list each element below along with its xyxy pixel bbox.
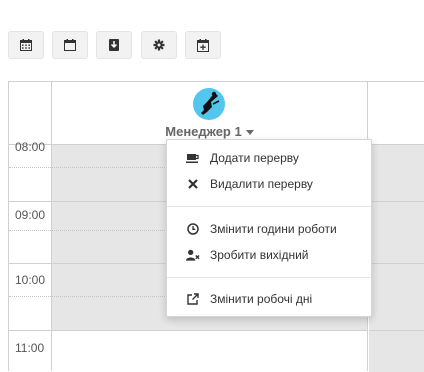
- time-label: 11:00: [15, 341, 45, 355]
- staff-context-menu: Додати перерву Видалити перерву Змінити …: [166, 139, 372, 317]
- time-row-divider: [52, 330, 367, 331]
- close-icon: [186, 177, 200, 191]
- caret-down-icon: [245, 130, 254, 136]
- half-hour-line: [9, 296, 51, 297]
- user-times-icon: [186, 248, 200, 262]
- staff-name-dropdown[interactable]: Менеджер 1: [52, 124, 367, 139]
- menu-divider: [167, 277, 371, 278]
- next-staff-column: [369, 82, 424, 372]
- menu-divider: [167, 206, 371, 207]
- menu-item-label: Змінити години роботи: [210, 222, 337, 236]
- time-row-divider: [9, 201, 51, 202]
- menu-item-label: Видалити перерву: [210, 177, 313, 191]
- off-hours-slot[interactable]: [369, 144, 424, 372]
- time-row-divider: [369, 144, 424, 145]
- half-hour-line: [9, 230, 51, 231]
- remove-break-menu-item[interactable]: Видалити перерву: [167, 171, 371, 197]
- time-label: 10:00: [15, 273, 46, 287]
- download-button[interactable]: [96, 31, 132, 59]
- time-row-divider: [9, 330, 51, 331]
- calendar-plus-icon: [197, 38, 209, 52]
- time-row-divider: [9, 263, 51, 264]
- time-row-divider: [369, 263, 424, 264]
- calendar-grid-icon: [20, 39, 32, 51]
- menu-item-label: Змінити робочі дні: [210, 292, 313, 306]
- time-row-divider: [369, 330, 424, 331]
- calendar-icon: [64, 39, 76, 51]
- change-working-days-menu-item[interactable]: Змінити робочі дні: [167, 286, 371, 312]
- menu-item-label: Додати перерву: [210, 151, 299, 165]
- external-link-icon: [186, 292, 200, 306]
- calendar-grid-button[interactable]: [8, 31, 44, 59]
- half-hour-line: [9, 167, 51, 168]
- time-row-divider: [369, 201, 424, 202]
- clock-icon: [186, 222, 200, 236]
- time-label: 09:00: [15, 208, 46, 222]
- calendar-button[interactable]: [52, 31, 88, 59]
- user-silhouette-icon: [201, 91, 220, 115]
- time-column: 08:00 09:00 10:00 11:00: [9, 82, 52, 371]
- add-break-menu-item[interactable]: Додати перерву: [167, 145, 371, 171]
- staff-name: Менеджер 1: [165, 124, 242, 139]
- gear-icon: [153, 39, 165, 51]
- add-event-button[interactable]: [185, 31, 221, 59]
- avatar[interactable]: [193, 88, 225, 120]
- staff-header: Менеджер 1: [52, 82, 367, 144]
- download-icon: [109, 39, 119, 51]
- coffee-icon: [186, 151, 200, 165]
- day-off-menu-item[interactable]: Зробити вихідний: [167, 242, 371, 268]
- change-hours-menu-item[interactable]: Змінити години роботи: [167, 216, 371, 242]
- settings-button[interactable]: [141, 31, 177, 59]
- menu-item-label: Зробити вихідний: [210, 248, 309, 262]
- time-label: 08:00: [15, 140, 46, 154]
